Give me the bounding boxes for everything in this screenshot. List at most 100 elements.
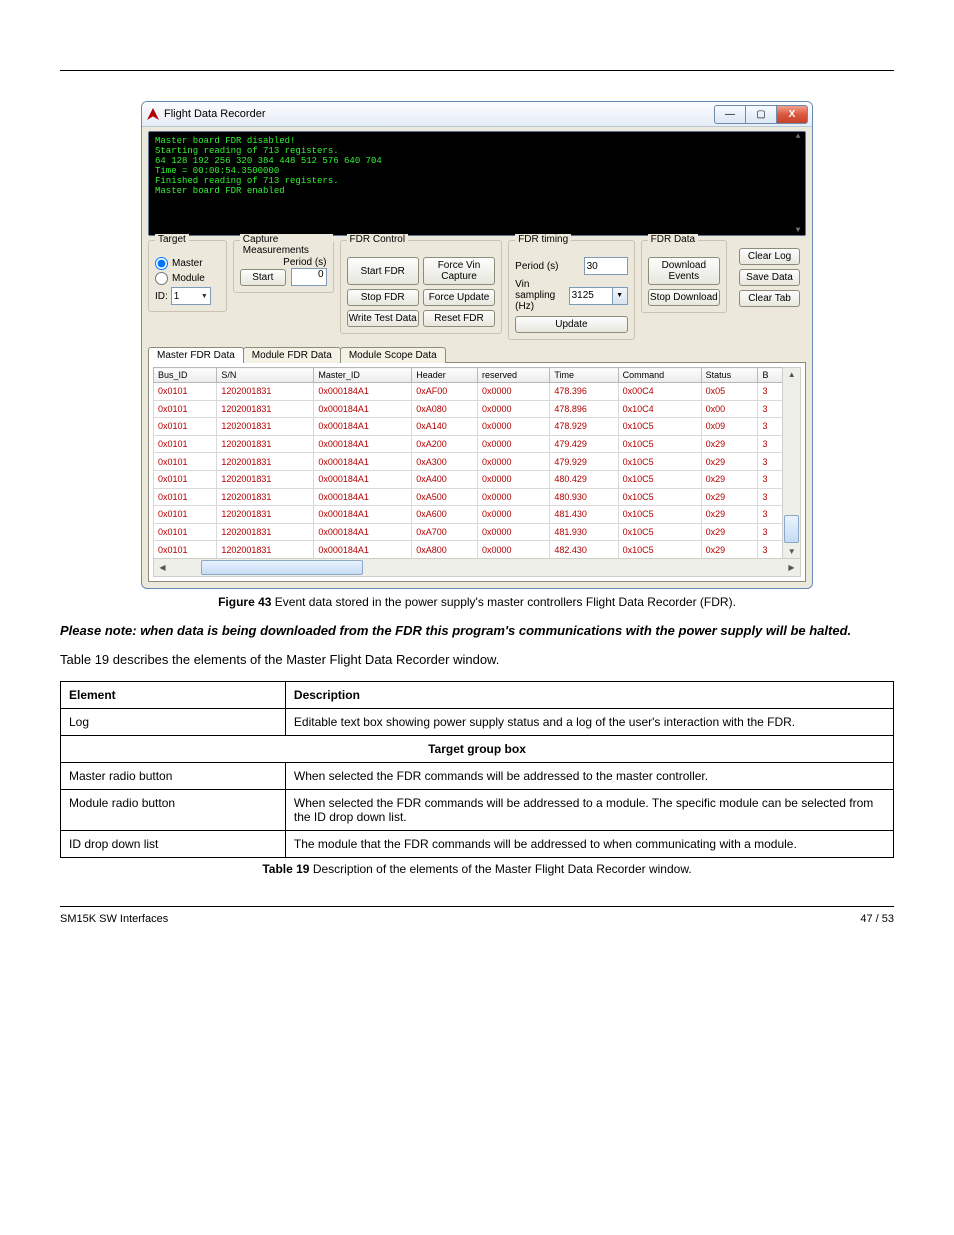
start-fdr-button[interactable]: Start FDR	[347, 257, 419, 285]
timing-period-label: Period (s)	[515, 261, 558, 272]
grid-header-s/n[interactable]: S/N	[217, 368, 314, 383]
timing-update-button[interactable]: Update	[515, 316, 627, 333]
element-name: ID drop down list	[61, 831, 286, 858]
grid-cell: 478.396	[550, 383, 618, 401]
target-master-row[interactable]: Master	[155, 257, 220, 270]
table-row[interactable]: 0x010112020018310x000184A10xA8000x000048…	[154, 541, 783, 559]
grid-cell: 0x10C5	[618, 418, 701, 436]
grid-cell: 1202001831	[217, 470, 314, 488]
grid-cell: 0x0101	[154, 506, 217, 524]
download-events-button[interactable]: Download Events	[648, 257, 720, 285]
vin-sampling-input[interactable]: 3125	[569, 287, 613, 305]
grid-cell: 3	[758, 541, 783, 559]
target-module-row[interactable]: Module	[155, 272, 220, 285]
table-row[interactable]: 0x010112020018310x000184A10xA7000x000048…	[154, 523, 783, 541]
table-row[interactable]: 0x010112020018310x000184A10xAF000x000047…	[154, 383, 783, 401]
table-row[interactable]: 0x010112020018310x000184A10xA1400x000047…	[154, 418, 783, 436]
id-combobox[interactable]: 1 ▼	[171, 287, 211, 305]
element-desc: When selected the FDR commands will be a…	[285, 790, 893, 831]
paragraph-note: Please note: when data is being download…	[60, 623, 894, 638]
console-scrollbar[interactable]: ▲▼	[791, 132, 805, 235]
clear-tab-button[interactable]: Clear Tab	[739, 290, 800, 307]
fdr-data-group: FDR Data Download Events Stop Download	[641, 240, 727, 313]
grid-cell: 0x29	[701, 453, 758, 471]
grid-header-master_id[interactable]: Master_ID	[314, 368, 412, 383]
grid-header-bus_id[interactable]: Bus_ID	[154, 368, 217, 383]
maximize-button[interactable]: ▢	[746, 105, 777, 124]
grid-vertical-scrollbar[interactable]: ▲ ▼	[782, 367, 801, 559]
grid-header-header[interactable]: Header	[412, 368, 478, 383]
table-row[interactable]: 0x010112020018310x000184A10xA5000x000048…	[154, 488, 783, 506]
grid-cell: 0x0101	[154, 488, 217, 506]
grid-header-reserved[interactable]: reserved	[478, 368, 550, 383]
grid-cell: 0x0101	[154, 523, 217, 541]
force-vin-capture-button[interactable]: Force Vin Capture	[423, 257, 495, 285]
table-row: ID drop down listThe module that the FDR…	[61, 831, 894, 858]
element-desc: When selected the FDR commands will be a…	[285, 763, 893, 790]
grid-cell: 0x0101	[154, 541, 217, 559]
target-group: Target Master Module ID: 1 ▼	[148, 240, 227, 312]
element-name: Master radio button	[61, 763, 286, 790]
log-console[interactable]: Master board FDR disabled! Starting read…	[148, 131, 806, 236]
grid-cell: 0x00	[701, 400, 758, 418]
clear-log-button[interactable]: Clear Log	[739, 248, 800, 265]
timing-period-input[interactable]: 30	[584, 257, 628, 275]
table-row[interactable]: 0x010112020018310x000184A10xA6000x000048…	[154, 506, 783, 524]
section-title: Target group box	[61, 736, 894, 763]
stop-download-button[interactable]: Stop Download	[648, 289, 720, 306]
grid-cell: 0xA500	[412, 488, 478, 506]
vin-sampling-dropdown[interactable]: ▼	[613, 287, 628, 305]
target-master-radio[interactable]	[155, 257, 168, 270]
capture-period-input[interactable]: 0	[291, 268, 327, 286]
grid-cell: 0x10C5	[618, 488, 701, 506]
grid-cell: 0x0000	[478, 488, 550, 506]
tab-master-fdr-data[interactable]: Master FDR Data	[148, 347, 244, 363]
grid-cell: 3	[758, 435, 783, 453]
grid-header-status[interactable]: Status	[701, 368, 758, 383]
grid-cell: 0xA080	[412, 400, 478, 418]
force-update-button[interactable]: Force Update	[423, 289, 495, 306]
target-module-radio[interactable]	[155, 272, 168, 285]
scroll-thumb[interactable]	[784, 515, 799, 543]
write-test-data-button[interactable]: Write Test Data	[347, 310, 419, 327]
save-data-button[interactable]: Save Data	[739, 269, 800, 286]
grid-cell: 0x29	[701, 470, 758, 488]
tab-module-scope-data[interactable]: Module Scope Data	[340, 347, 446, 363]
table-row[interactable]: 0x010112020018310x000184A10xA3000x000047…	[154, 453, 783, 471]
scroll-right-icon: ▶	[783, 563, 800, 572]
grid-header-time[interactable]: Time	[550, 368, 618, 383]
grid-cell: 3	[758, 383, 783, 401]
tab-panel: Bus_IDS/NMaster_IDHeaderreservedTimeComm…	[148, 362, 806, 582]
target-module-label: Module	[172, 273, 205, 284]
grid-cell: 0x000184A1	[314, 541, 412, 559]
grid-cell: 3	[758, 488, 783, 506]
reset-fdr-button[interactable]: Reset FDR	[423, 310, 495, 327]
fdr-control-legend: FDR Control	[347, 234, 409, 245]
grid-cell: 0x0101	[154, 383, 217, 401]
id-label: ID:	[155, 291, 168, 302]
grid-cell: 1202001831	[217, 435, 314, 453]
grid-cell: 0x0000	[478, 383, 550, 401]
capture-group: Capture Measurements Period (s) Start 0	[233, 240, 334, 293]
close-button[interactable]: X	[777, 105, 808, 124]
grid-cell: 482.430	[550, 541, 618, 559]
capture-start-button[interactable]: Start	[240, 269, 286, 286]
table-row[interactable]: 0x010112020018310x000184A10xA4000x000048…	[154, 470, 783, 488]
tab-module-fdr-data[interactable]: Module FDR Data	[243, 347, 341, 363]
scroll-up-icon: ▲	[796, 132, 801, 141]
element-desc: Editable text box showing power supply s…	[285, 709, 893, 736]
table-row[interactable]: 0x010112020018310x000184A10xA2000x000047…	[154, 435, 783, 453]
grid-horizontal-scrollbar[interactable]: ◀ ▶	[153, 558, 801, 577]
grid-header-b[interactable]: B	[758, 368, 783, 383]
fdr-timing-legend: FDR timing	[515, 234, 571, 245]
footer-left: SM15K SW Interfaces	[60, 913, 168, 925]
scroll-thumb[interactable]	[201, 560, 363, 575]
minimize-button[interactable]: —	[714, 105, 746, 124]
grid-cell: 0x0000	[478, 523, 550, 541]
grid-header-command[interactable]: Command	[618, 368, 701, 383]
grid-cell: 1202001831	[217, 541, 314, 559]
stop-fdr-button[interactable]: Stop FDR	[347, 289, 419, 306]
fdr-data-grid[interactable]: Bus_IDS/NMaster_IDHeaderreservedTimeComm…	[153, 367, 783, 559]
table-row[interactable]: 0x010112020018310x000184A10xA0800x000047…	[154, 400, 783, 418]
grid-cell: 0x0101	[154, 453, 217, 471]
